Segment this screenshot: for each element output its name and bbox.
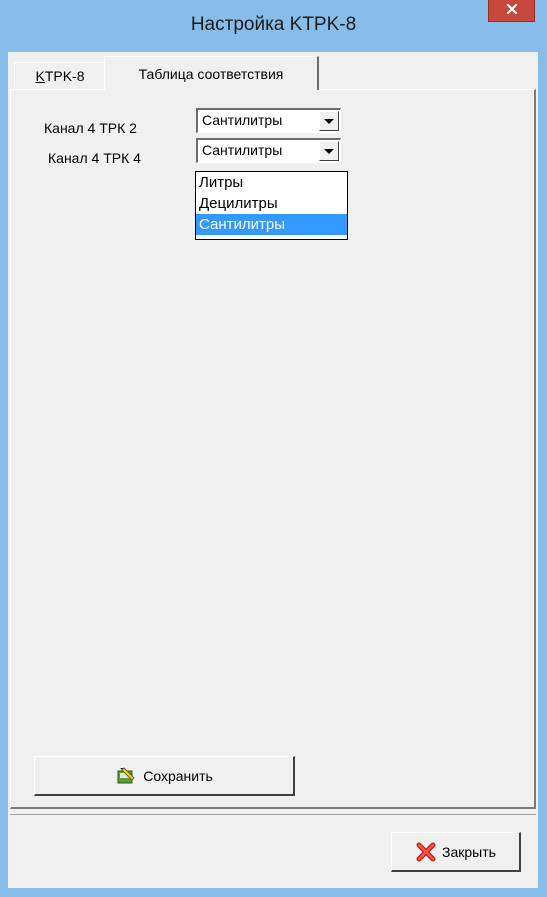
unit-select-trk4-dropdown-button[interactable] [319,141,339,161]
window-close-button[interactable] [488,0,535,22]
unit-dropdown-list: Литры Децилитры Сантилитры [195,171,348,240]
tab-ktpk8-label: KTPK-8 [35,67,85,84]
client-area: KTPK-8 Таблица соответствия Канал 4 ТРК … [8,52,538,888]
dropdown-option-liters[interactable]: Литры [196,172,347,193]
close-icon [506,2,518,20]
unit-select-trk2-value: Сантилитры [202,112,283,128]
unit-select-trk4[interactable]: Сантилитры [196,138,341,163]
save-icon [115,765,137,787]
tab-correspondence-table-label: Таблица соответствия [138,65,284,82]
save-button[interactable]: Сохранить [34,756,295,796]
channel-label-trk4: Канал 4 ТРК 4 [48,150,141,166]
close-button[interactable]: Закрыть [391,832,521,872]
close-x-icon [415,841,437,863]
channel-label-trk2: Канал 4 ТРК 2 [44,120,137,136]
unit-select-trk4-value: Сантилитры [202,142,283,158]
close-button-label: Закрыть [442,843,496,860]
chevron-down-icon [324,118,334,124]
unit-select-trk2-dropdown-button[interactable] [319,111,339,131]
chevron-down-icon [324,148,334,154]
dropdown-option-deciliters[interactable]: Децилитры [196,193,347,214]
save-button-label: Сохранить [143,767,213,784]
tab-ktpk8[interactable]: KTPK-8 [14,62,106,88]
dropdown-option-centiliters[interactable]: Сантилитры [196,214,347,235]
settings-window: Настройка KTPK-8 KTPK-8 Таблица соответс… [0,0,547,897]
window-title: Настройка KTPK-8 [190,14,357,35]
title-bar[interactable]: Настройка KTPK-8 [0,0,547,52]
tab-correspondence-table[interactable]: Таблица соответствия [104,56,319,90]
unit-select-trk2[interactable]: Сантилитры [196,108,341,133]
